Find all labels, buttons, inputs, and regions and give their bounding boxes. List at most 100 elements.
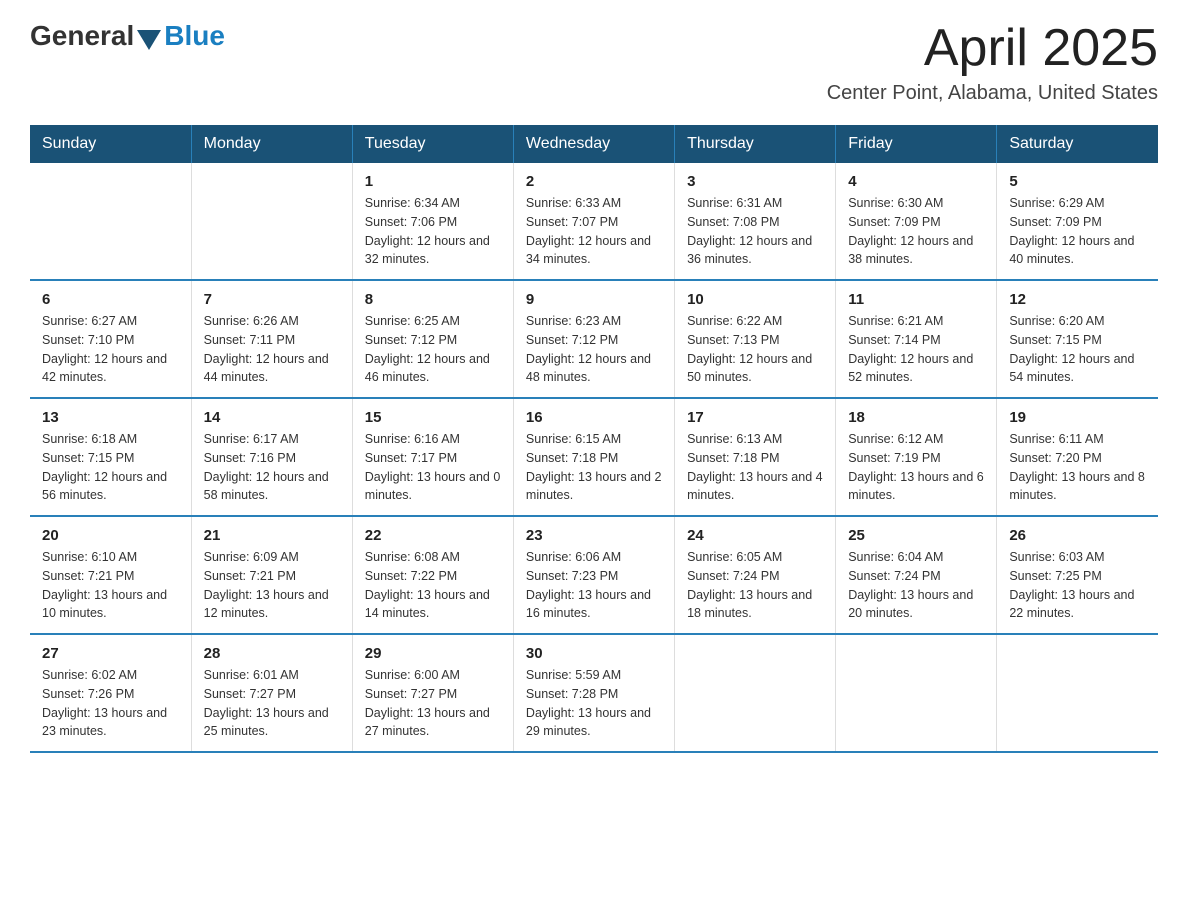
day-number: 11 — [848, 291, 984, 308]
day-info: Sunrise: 6:22 AM Sunset: 7:13 PM Dayligh… — [687, 312, 823, 387]
day-number: 16 — [526, 409, 662, 426]
calendar-table: SundayMondayTuesdayWednesdayThursdayFrid… — [30, 125, 1158, 753]
day-number: 12 — [1009, 291, 1146, 308]
day-info: Sunrise: 6:08 AM Sunset: 7:22 PM Dayligh… — [365, 548, 501, 623]
day-number: 5 — [1009, 173, 1146, 190]
calendar-cell: 23 Sunrise: 6:06 AM Sunset: 7:23 PM Dayli… — [513, 516, 674, 634]
day-info: Sunrise: 6:15 AM Sunset: 7:18 PM Dayligh… — [526, 430, 662, 505]
calendar-cell: 16 Sunrise: 6:15 AM Sunset: 7:18 PM Dayli… — [513, 398, 674, 516]
calendar-cell: 10Sunrise: 6:22 AM Sunset: 7:13 PM Dayli… — [675, 280, 836, 398]
calendar-cell: 13 Sunrise: 6:18 AM Sunset: 7:15 PM Dayli… — [30, 398, 191, 516]
calendar-cell: 25 Sunrise: 6:04 AM Sunset: 7:24 PM Dayli… — [836, 516, 997, 634]
calendar-cell: 19Sunrise: 6:11 AM Sunset: 7:20 PM Dayli… — [997, 398, 1158, 516]
calendar-cell: 5 Sunrise: 6:29 AM Sunset: 7:09 PM Daylig… — [997, 163, 1158, 280]
calendar-cell: 24Sunrise: 6:05 AM Sunset: 7:24 PM Dayli… — [675, 516, 836, 634]
title-block: April 2025 Center Point, Alabama, United… — [827, 20, 1158, 105]
day-number: 21 — [204, 527, 340, 544]
day-number: 29 — [365, 645, 501, 662]
calendar-cell: 7 Sunrise: 6:26 AM Sunset: 7:11 PM Daylig… — [191, 280, 352, 398]
day-info: Sunrise: 6:29 AM Sunset: 7:09 PM Dayligh… — [1009, 194, 1146, 269]
calendar-cell: 29 Sunrise: 6:00 AM Sunset: 7:27 PM Dayli… — [352, 634, 513, 752]
day-number: 19 — [1009, 409, 1146, 426]
weekday-header-monday: Monday — [191, 125, 352, 163]
weekday-header-saturday: Saturday — [997, 125, 1158, 163]
calendar-cell: 21Sunrise: 6:09 AM Sunset: 7:21 PM Dayli… — [191, 516, 352, 634]
day-number: 15 — [365, 409, 501, 426]
month-title: April 2025 — [827, 20, 1158, 77]
day-info: Sunrise: 6:27 AM Sunset: 7:10 PM Dayligh… — [42, 312, 179, 387]
day-info: Sunrise: 6:20 AM Sunset: 7:15 PM Dayligh… — [1009, 312, 1146, 387]
day-number: 23 — [526, 527, 662, 544]
day-number: 25 — [848, 527, 984, 544]
calendar-cell: 6 Sunrise: 6:27 AM Sunset: 7:10 PM Daylig… — [30, 280, 191, 398]
day-number: 26 — [1009, 527, 1146, 544]
calendar-week-row: 6 Sunrise: 6:27 AM Sunset: 7:10 PM Daylig… — [30, 280, 1158, 398]
calendar-cell: 20Sunrise: 6:10 AM Sunset: 7:21 PM Dayli… — [30, 516, 191, 634]
weekday-header-sunday: Sunday — [30, 125, 191, 163]
page-header: General Blue April 2025 Center Point, Al… — [30, 20, 1158, 105]
day-info: Sunrise: 6:02 AM Sunset: 7:26 PM Dayligh… — [42, 666, 179, 741]
day-number: 20 — [42, 527, 179, 544]
day-info: Sunrise: 6:18 AM Sunset: 7:15 PM Dayligh… — [42, 430, 179, 505]
calendar-cell: 3Sunrise: 6:31 AM Sunset: 7:08 PM Daylig… — [675, 163, 836, 280]
day-number: 2 — [526, 173, 662, 190]
calendar-cell: 15 Sunrise: 6:16 AM Sunset: 7:17 PM Dayli… — [352, 398, 513, 516]
calendar-cell — [836, 634, 997, 752]
day-info: Sunrise: 6:17 AM Sunset: 7:16 PM Dayligh… — [204, 430, 340, 505]
day-info: Sunrise: 6:03 AM Sunset: 7:25 PM Dayligh… — [1009, 548, 1146, 623]
calendar-cell: 14 Sunrise: 6:17 AM Sunset: 7:16 PM Dayli… — [191, 398, 352, 516]
day-info: Sunrise: 6:21 AM Sunset: 7:14 PM Dayligh… — [848, 312, 984, 387]
calendar-cell: 2 Sunrise: 6:33 AM Sunset: 7:07 PM Daylig… — [513, 163, 674, 280]
weekday-header-row: SundayMondayTuesdayWednesdayThursdayFrid… — [30, 125, 1158, 163]
calendar-week-row: 20Sunrise: 6:10 AM Sunset: 7:21 PM Dayli… — [30, 516, 1158, 634]
calendar-week-row: 13 Sunrise: 6:18 AM Sunset: 7:15 PM Dayli… — [30, 398, 1158, 516]
day-info: Sunrise: 6:01 AM Sunset: 7:27 PM Dayligh… — [204, 666, 340, 741]
day-number: 17 — [687, 409, 823, 426]
day-number: 7 — [204, 291, 340, 308]
day-number: 27 — [42, 645, 179, 662]
day-info: Sunrise: 6:13 AM Sunset: 7:18 PM Dayligh… — [687, 430, 823, 505]
calendar-cell — [191, 163, 352, 280]
day-info: Sunrise: 6:16 AM Sunset: 7:17 PM Dayligh… — [365, 430, 501, 505]
day-info: Sunrise: 6:26 AM Sunset: 7:11 PM Dayligh… — [204, 312, 340, 387]
calendar-cell: 1 Sunrise: 6:34 AM Sunset: 7:06 PM Daylig… — [352, 163, 513, 280]
day-number: 9 — [526, 291, 662, 308]
day-number: 30 — [526, 645, 662, 662]
day-info: Sunrise: 5:59 AM Sunset: 7:28 PM Dayligh… — [526, 666, 662, 741]
day-number: 1 — [365, 173, 501, 190]
day-info: Sunrise: 6:23 AM Sunset: 7:12 PM Dayligh… — [526, 312, 662, 387]
day-number: 22 — [365, 527, 501, 544]
day-info: Sunrise: 6:33 AM Sunset: 7:07 PM Dayligh… — [526, 194, 662, 269]
calendar-cell: 17 Sunrise: 6:13 AM Sunset: 7:18 PM Dayli… — [675, 398, 836, 516]
day-info: Sunrise: 6:30 AM Sunset: 7:09 PM Dayligh… — [848, 194, 984, 269]
day-info: Sunrise: 6:34 AM Sunset: 7:06 PM Dayligh… — [365, 194, 501, 269]
calendar-cell — [675, 634, 836, 752]
weekday-header-friday: Friday — [836, 125, 997, 163]
calendar-cell: 8Sunrise: 6:25 AM Sunset: 7:12 PM Daylig… — [352, 280, 513, 398]
calendar-week-row: 1 Sunrise: 6:34 AM Sunset: 7:06 PM Daylig… — [30, 163, 1158, 280]
calendar-week-row: 27 Sunrise: 6:02 AM Sunset: 7:26 PM Dayli… — [30, 634, 1158, 752]
calendar-cell: 12 Sunrise: 6:20 AM Sunset: 7:15 PM Dayli… — [997, 280, 1158, 398]
day-number: 14 — [204, 409, 340, 426]
day-number: 13 — [42, 409, 179, 426]
calendar-cell — [997, 634, 1158, 752]
logo-blue: Blue — [164, 20, 225, 52]
location-title: Center Point, Alabama, United States — [827, 82, 1158, 105]
weekday-header-tuesday: Tuesday — [352, 125, 513, 163]
logo-general: General — [30, 20, 134, 52]
calendar-cell: 18 Sunrise: 6:12 AM Sunset: 7:19 PM Dayli… — [836, 398, 997, 516]
calendar-cell: 4Sunrise: 6:30 AM Sunset: 7:09 PM Daylig… — [836, 163, 997, 280]
day-info: Sunrise: 6:04 AM Sunset: 7:24 PM Dayligh… — [848, 548, 984, 623]
logo: General Blue — [30, 20, 225, 52]
day-number: 6 — [42, 291, 179, 308]
day-number: 3 — [687, 173, 823, 190]
weekday-header-thursday: Thursday — [675, 125, 836, 163]
day-info: Sunrise: 6:06 AM Sunset: 7:23 PM Dayligh… — [526, 548, 662, 623]
day-info: Sunrise: 6:25 AM Sunset: 7:12 PM Dayligh… — [365, 312, 501, 387]
calendar-cell: 30 Sunrise: 5:59 AM Sunset: 7:28 PM Dayli… — [513, 634, 674, 752]
day-number: 18 — [848, 409, 984, 426]
day-info: Sunrise: 6:12 AM Sunset: 7:19 PM Dayligh… — [848, 430, 984, 505]
calendar-cell: 11 Sunrise: 6:21 AM Sunset: 7:14 PM Dayli… — [836, 280, 997, 398]
day-info: Sunrise: 6:00 AM Sunset: 7:27 PM Dayligh… — [365, 666, 501, 741]
calendar-cell: 22 Sunrise: 6:08 AM Sunset: 7:22 PM Dayli… — [352, 516, 513, 634]
